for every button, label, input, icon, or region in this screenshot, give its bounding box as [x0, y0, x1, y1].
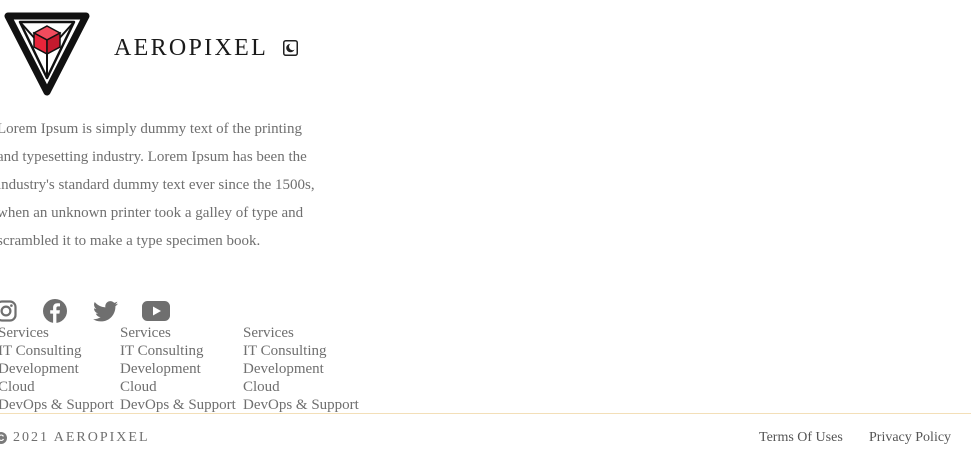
- triangle-cube-logo-icon: [4, 12, 90, 96]
- moon-icon: [282, 40, 298, 56]
- facebook-link[interactable]: [42, 297, 68, 325]
- youtube-icon: [142, 301, 170, 321]
- theme-toggle-button[interactable]: [282, 39, 298, 57]
- youtube-link[interactable]: [142, 297, 170, 325]
- link-development[interactable]: Development: [120, 360, 236, 378]
- link-services[interactable]: Services: [243, 324, 359, 342]
- link-it-consulting[interactable]: IT Consulting: [243, 342, 359, 360]
- footer-links-column-3: Services IT Consulting Development Cloud…: [243, 324, 359, 414]
- privacy-policy-link[interactable]: Privacy Policy: [869, 430, 951, 446]
- footer-links-column-1: Services IT Consulting Development Cloud…: [0, 324, 114, 414]
- footer-links-column-2: Services IT Consulting Development Cloud…: [120, 324, 236, 414]
- link-it-consulting[interactable]: IT Consulting: [120, 342, 236, 360]
- twitter-icon: [92, 300, 118, 321]
- link-cloud[interactable]: Cloud: [243, 378, 359, 396]
- link-development[interactable]: Development: [243, 360, 359, 378]
- terms-of-use-link[interactable]: Terms Of Uses: [759, 430, 843, 446]
- footer-divider: [0, 413, 971, 414]
- copyright-icon: C: [0, 432, 7, 444]
- link-devops-support[interactable]: DevOps & Support: [120, 396, 236, 414]
- link-services[interactable]: Services: [0, 324, 114, 342]
- link-it-consulting[interactable]: IT Consulting: [0, 342, 114, 360]
- link-services[interactable]: Services: [120, 324, 236, 342]
- instagram-icon: [0, 300, 17, 322]
- link-devops-support[interactable]: DevOps & Support: [0, 396, 114, 414]
- facebook-icon: [43, 299, 67, 323]
- link-cloud[interactable]: Cloud: [0, 378, 114, 396]
- brand-name[interactable]: AEROPIXEL: [114, 33, 268, 63]
- copyright-text: 2021 AEROPIXEL: [13, 430, 150, 445]
- copyright: C 2021 AEROPIXEL: [0, 430, 150, 446]
- about-text: Lorem Ipsum is simply dummy text of the …: [0, 121, 315, 249]
- link-development[interactable]: Development: [0, 360, 114, 378]
- link-cloud[interactable]: Cloud: [120, 378, 236, 396]
- link-devops-support[interactable]: DevOps & Support: [243, 396, 359, 414]
- instagram-link[interactable]: [0, 297, 20, 325]
- brand-logo[interactable]: [4, 12, 90, 96]
- twitter-link[interactable]: [92, 297, 118, 325]
